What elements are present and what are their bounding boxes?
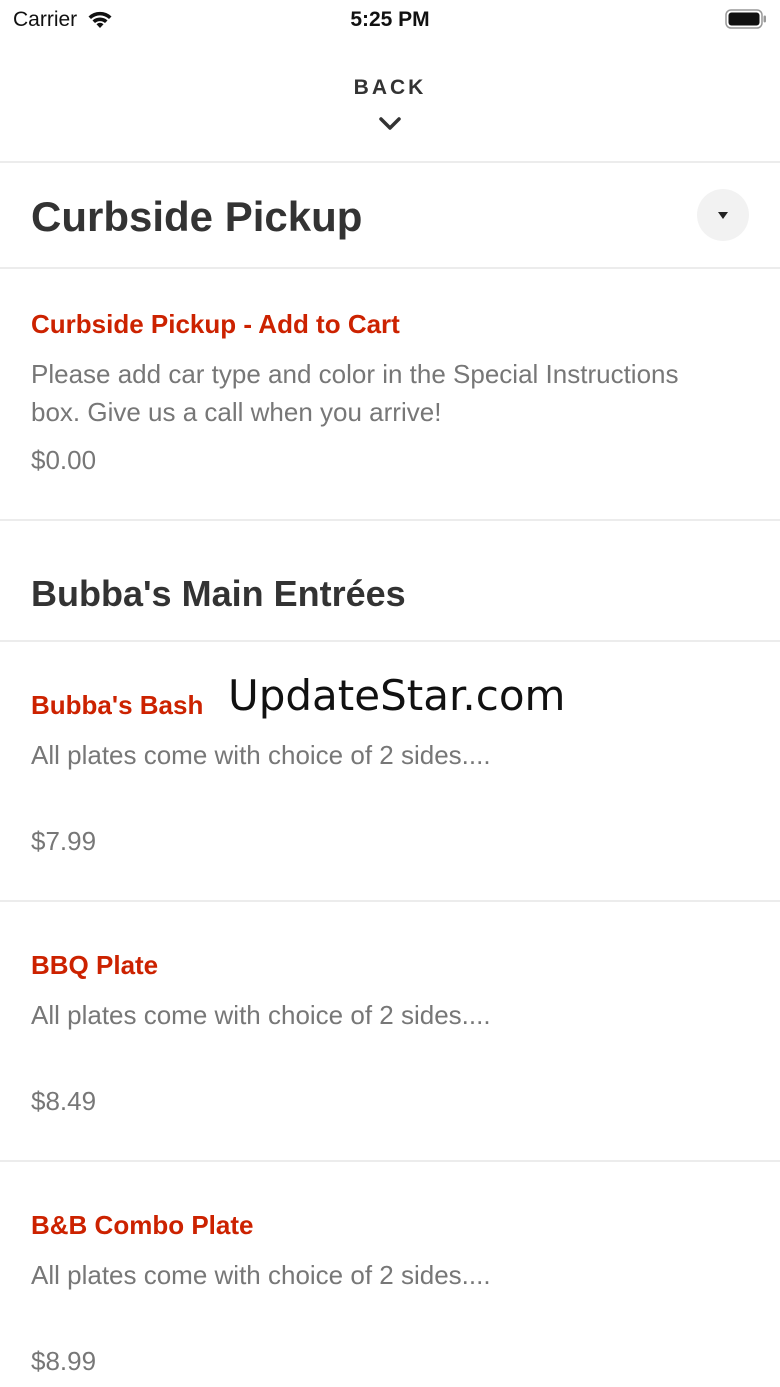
item-price: $8.49 xyxy=(31,1086,97,1116)
chevron-down-icon[interactable] xyxy=(378,116,402,132)
item-description: All plates come with choice of 2 sides..… xyxy=(31,1260,491,1290)
item-name[interactable]: BBQ Plate xyxy=(31,950,158,981)
item-description: Please add car type and color in the Spe… xyxy=(31,359,679,427)
watermark-text: UpdateStar.com xyxy=(228,671,566,720)
menu-item[interactable]: BBQ Plate All plates come with choice of… xyxy=(0,902,780,1162)
section-header-entrees: Bubba's Main Entrées xyxy=(0,521,780,642)
item-name[interactable]: B&B Combo Plate xyxy=(31,1210,253,1241)
section-header-curbside: Curbside Pickup xyxy=(0,163,780,269)
status-bar: Carrier 5:25 PM xyxy=(0,0,780,40)
caret-down-icon xyxy=(718,212,728,219)
item-description: All plates come with choice of 2 sides..… xyxy=(31,740,491,770)
status-time: 5:25 PM xyxy=(350,8,430,31)
item-description: All plates come with choice of 2 sides..… xyxy=(31,1000,491,1030)
section-title: Curbside Pickup xyxy=(31,193,363,240)
back-button[interactable]: BACK xyxy=(0,76,780,100)
back-header[interactable]: BACK xyxy=(0,40,780,163)
menu-item[interactable]: B&B Combo Plate All plates come with cho… xyxy=(0,1162,780,1387)
item-price: $0.00 xyxy=(31,445,97,475)
item-price: $7.99 xyxy=(31,826,97,856)
collapse-button[interactable] xyxy=(697,189,749,241)
item-name[interactable]: Curbside Pickup - Add to Cart xyxy=(31,309,400,340)
menu-item[interactable]: Curbside Pickup - Add to Cart Please add… xyxy=(0,269,780,521)
battery-icon xyxy=(725,9,766,29)
section-title: Bubba's Main Entrées xyxy=(31,573,406,614)
item-price: $8.99 xyxy=(31,1346,97,1376)
item-name[interactable]: Bubba's Bash xyxy=(31,690,203,721)
